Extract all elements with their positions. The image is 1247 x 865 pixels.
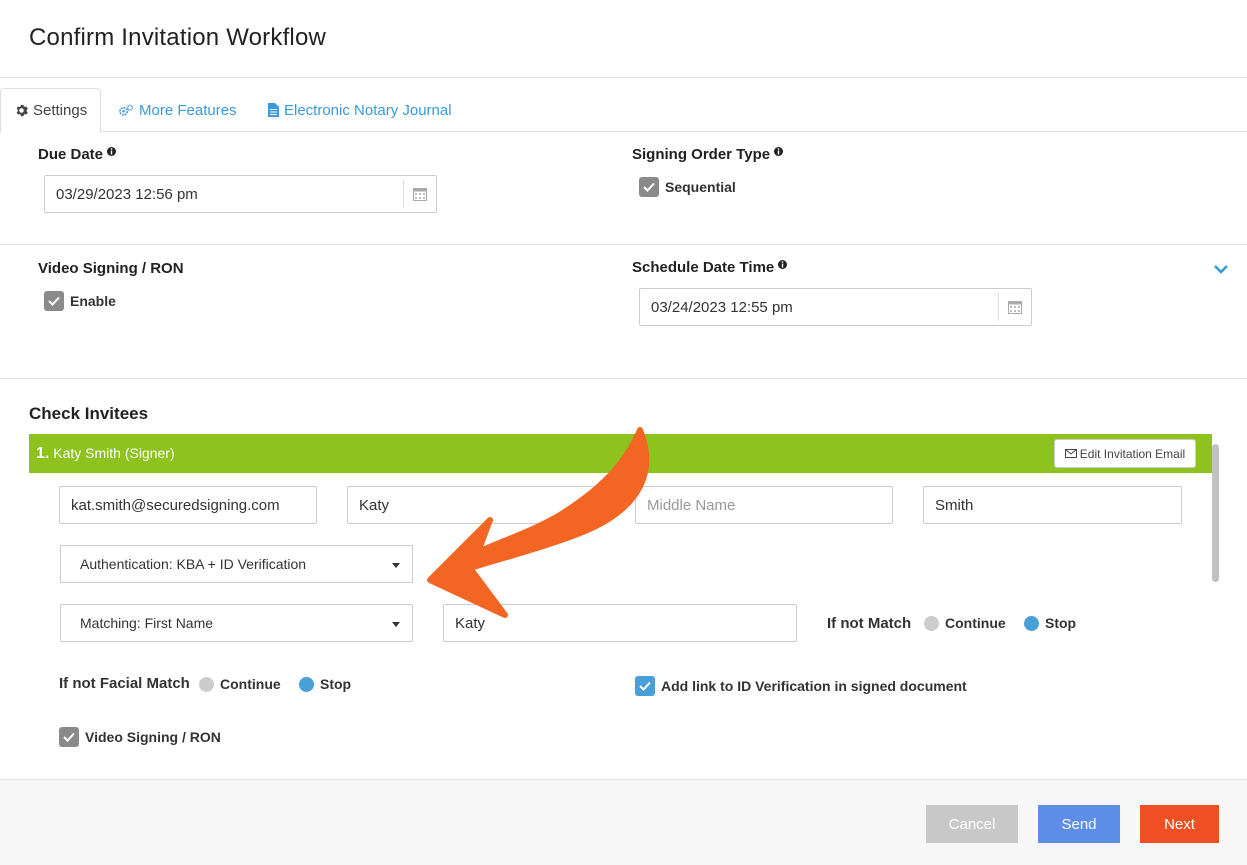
caret-down-icon [392, 563, 400, 568]
invitee-header-bar[interactable]: 1. Katy Smith (Signer) Edit Invitation E… [29, 434, 1212, 473]
next-button[interactable]: Next [1140, 805, 1219, 843]
matching-value: Matching: First Name [80, 615, 214, 631]
enable-label: Enable [70, 293, 116, 309]
radio-off-icon [199, 676, 214, 692]
chevron-down-icon[interactable] [1213, 262, 1229, 280]
video-signing-label: Video Signing / RON [38, 260, 184, 277]
tab-electronic-notary-journal[interactable]: Electronic Notary Journal [268, 88, 452, 132]
authentication-value: Authentication: KBA + ID Verification [80, 556, 307, 572]
cancel-button[interactable]: Cancel [926, 805, 1018, 843]
send-button[interactable]: Send [1038, 805, 1120, 843]
checkmark-icon [59, 727, 79, 747]
if-not-facial-match-label: If not Facial Match [59, 675, 190, 692]
sequential-label: Sequential [665, 179, 736, 195]
radio-off-icon [924, 615, 939, 631]
section-divider [0, 244, 1247, 245]
dialog-header: Confirm Invitation Workflow [0, 0, 1247, 78]
calendar-icon[interactable] [403, 180, 436, 208]
last-name-field[interactable]: Smith [923, 486, 1182, 524]
video-signing-enable-checkbox[interactable]: Enable [44, 291, 116, 311]
video-signing-label-text: Video Signing / RON [38, 260, 184, 277]
dialog-footer: Cancel Send Next [0, 779, 1247, 865]
schedule-date-time-input[interactable]: 03/24/2023 12:55 pm [639, 288, 1032, 326]
continue-label: Continue [945, 615, 1006, 631]
middle-name-field[interactable]: Middle Name [635, 486, 893, 524]
gear-icon [15, 104, 28, 117]
info-icon[interactable] [774, 144, 784, 156]
signing-order-type-label-text: Signing Order Type [632, 146, 771, 163]
first-name-field[interactable]: Katy [347, 486, 605, 524]
checkmark-icon [44, 291, 64, 311]
check-invitees-heading: Check Invitees [29, 404, 148, 424]
tab-bar: Settings More Features Electronic Notary… [0, 88, 1247, 133]
info-icon[interactable] [778, 257, 788, 269]
add-link-label: Add link to ID Verification in signed do… [661, 678, 967, 694]
document-icon [268, 103, 279, 117]
caret-down-icon [392, 622, 400, 627]
radio-on-icon [1024, 615, 1039, 631]
dialog-title: Confirm Invitation Workflow [29, 24, 327, 51]
email-field[interactable]: kat.smith@securedsigning.com [59, 486, 317, 524]
tab-more-features[interactable]: More Features [118, 88, 237, 132]
signing-order-type-label: Signing Order Type [632, 144, 784, 163]
matching-field-value: Katy [455, 614, 486, 632]
checkmark-icon [639, 177, 659, 197]
tab-settings[interactable]: Settings [0, 88, 101, 133]
authentication-select[interactable]: Authentication: KBA + ID Verification [60, 545, 413, 583]
invitee-video-signing-checkbox[interactable]: Video Signing / RON [59, 727, 221, 747]
continue-label: Continue [220, 676, 281, 692]
invitee-name: Katy Smith (Signer) [53, 445, 175, 461]
invitee-number: 1. [36, 445, 50, 462]
checkmark-icon [635, 676, 655, 696]
stop-label: Stop [1045, 615, 1077, 631]
if-not-match-label: If not Match [827, 615, 912, 632]
schedule-date-time-label: Schedule Date Time [632, 257, 788, 276]
due-date-label-text: Due Date [38, 146, 104, 163]
tab-more-features-label: More Features [139, 101, 237, 119]
schedule-date-time-value: 03/24/2023 12:55 pm [651, 299, 793, 316]
invitee-video-signing-label: Video Signing / RON [85, 729, 221, 745]
tab-electronic-notary-journal-label: Electronic Notary Journal [284, 101, 452, 119]
if-not-match-continue-radio[interactable]: Continue [924, 615, 1006, 631]
stop-label: Stop [320, 676, 352, 692]
matching-value-field[interactable]: Katy [443, 604, 797, 642]
email-value: kat.smith@securedsigning.com [71, 496, 280, 514]
calendar-icon[interactable] [998, 293, 1031, 321]
radio-on-icon [299, 676, 314, 692]
first-name-value: Katy [359, 496, 390, 514]
scrollbar-thumb[interactable] [1212, 444, 1219, 582]
info-icon[interactable] [107, 144, 117, 156]
edit-invitation-email-button[interactable]: Edit Invitation Email [1054, 439, 1196, 468]
edit-invitation-email-label: Edit Invitation Email [1079, 446, 1186, 461]
due-date-value: 03/29/2023 12:56 pm [56, 186, 198, 203]
invitee-title: 1. Katy Smith (Signer) [36, 445, 175, 463]
schedule-date-time-label-text: Schedule Date Time [632, 259, 775, 276]
middle-name-placeholder: Middle Name [647, 496, 736, 514]
envelope-icon [1064, 447, 1077, 461]
facial-match-stop-radio[interactable]: Stop [299, 676, 351, 692]
due-date-label: Due Date [38, 144, 117, 163]
check-invitees-heading-text: Check Invitees [29, 404, 149, 423]
last-name-value: Smith [935, 496, 974, 514]
facial-match-continue-radio[interactable]: Continue [199, 676, 281, 692]
tab-settings-label: Settings [33, 102, 88, 119]
due-date-input[interactable]: 03/29/2023 12:56 pm [44, 175, 437, 213]
if-not-match-stop-radio[interactable]: Stop [1024, 615, 1076, 631]
add-link-id-verification-checkbox[interactable]: Add link to ID Verification in signed do… [635, 676, 967, 696]
gears-icon [118, 104, 134, 117]
section-divider [0, 378, 1247, 379]
matching-select[interactable]: Matching: First Name [60, 604, 413, 642]
sequential-checkbox[interactable]: Sequential [639, 177, 736, 197]
